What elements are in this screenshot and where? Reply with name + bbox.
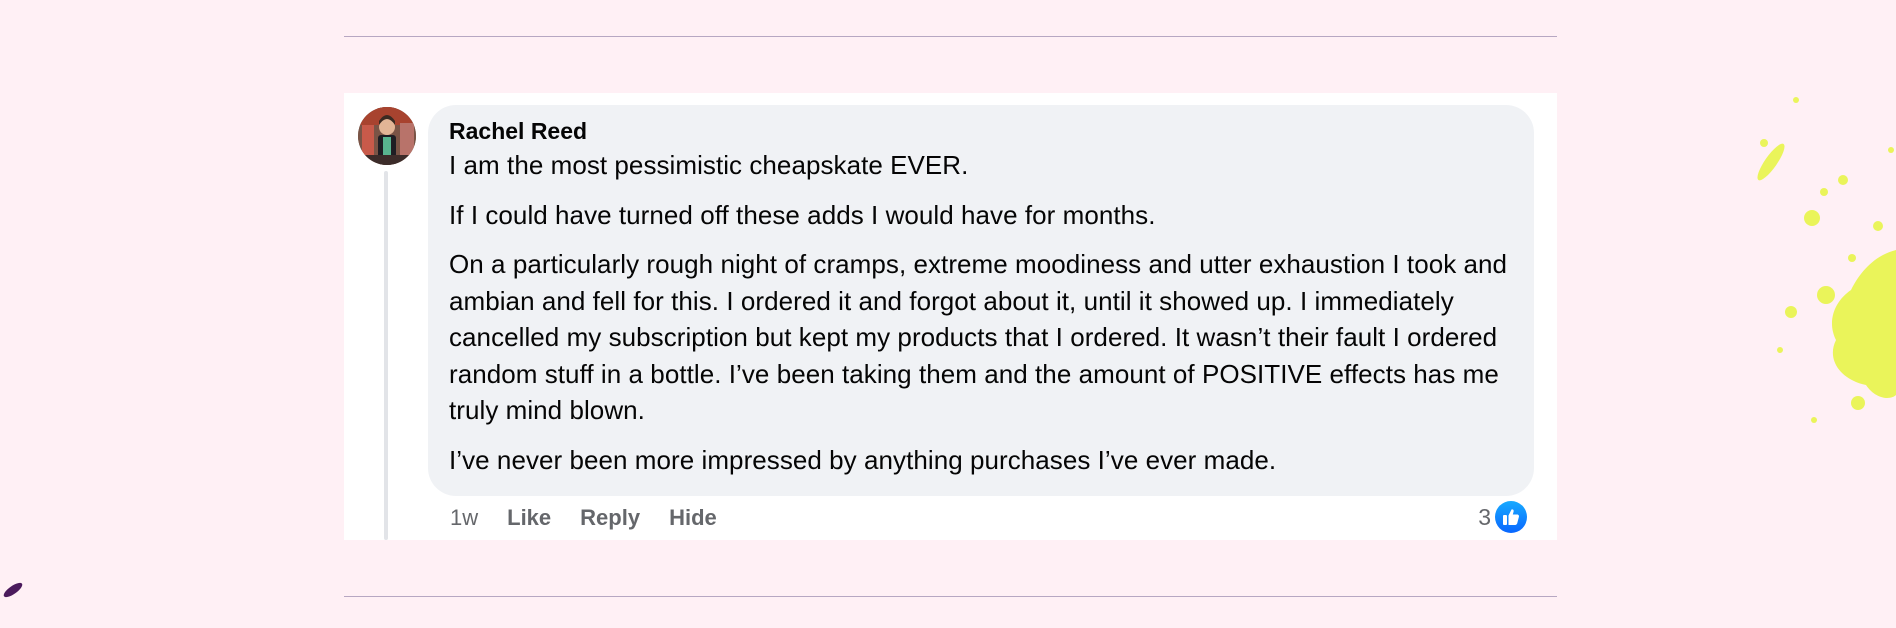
comment-paragraph: If I could have turned off these adds I …	[449, 199, 1156, 230]
comment-actions: 1w Like Reply Hide	[450, 501, 717, 535]
reply-thread-line	[384, 171, 388, 540]
comment-bubble: Rachel Reed I am the most pessimistic ch…	[428, 105, 1534, 496]
comment-timestamp[interactable]: 1w	[450, 505, 478, 531]
thumbs-up-icon	[1495, 501, 1527, 533]
bottom-divider	[344, 596, 1557, 597]
comment-paragraph: On a particularly rough night of cramps,…	[449, 249, 1508, 425]
top-divider	[344, 36, 1557, 37]
reaction-summary[interactable]: 3	[1478, 500, 1527, 534]
like-button[interactable]: Like	[507, 505, 551, 531]
avatar[interactable]	[358, 107, 416, 165]
profile-photo-icon	[358, 107, 416, 165]
reaction-count: 3	[1478, 503, 1491, 530]
comment-paragraph: I’ve never been more impressed by anythi…	[449, 444, 1277, 475]
comment-author[interactable]: Rachel Reed	[449, 115, 1513, 147]
comment-paragraph: I am the most pessimistic cheapskate EVE…	[449, 150, 969, 180]
reply-button[interactable]: Reply	[580, 505, 640, 531]
comment-card: Rachel Reed I am the most pessimistic ch…	[344, 93, 1557, 540]
paint-splatter-decoration	[1757, 97, 1896, 423]
ink-splash-decoration	[3, 582, 23, 598]
hide-button[interactable]: Hide	[669, 505, 717, 531]
